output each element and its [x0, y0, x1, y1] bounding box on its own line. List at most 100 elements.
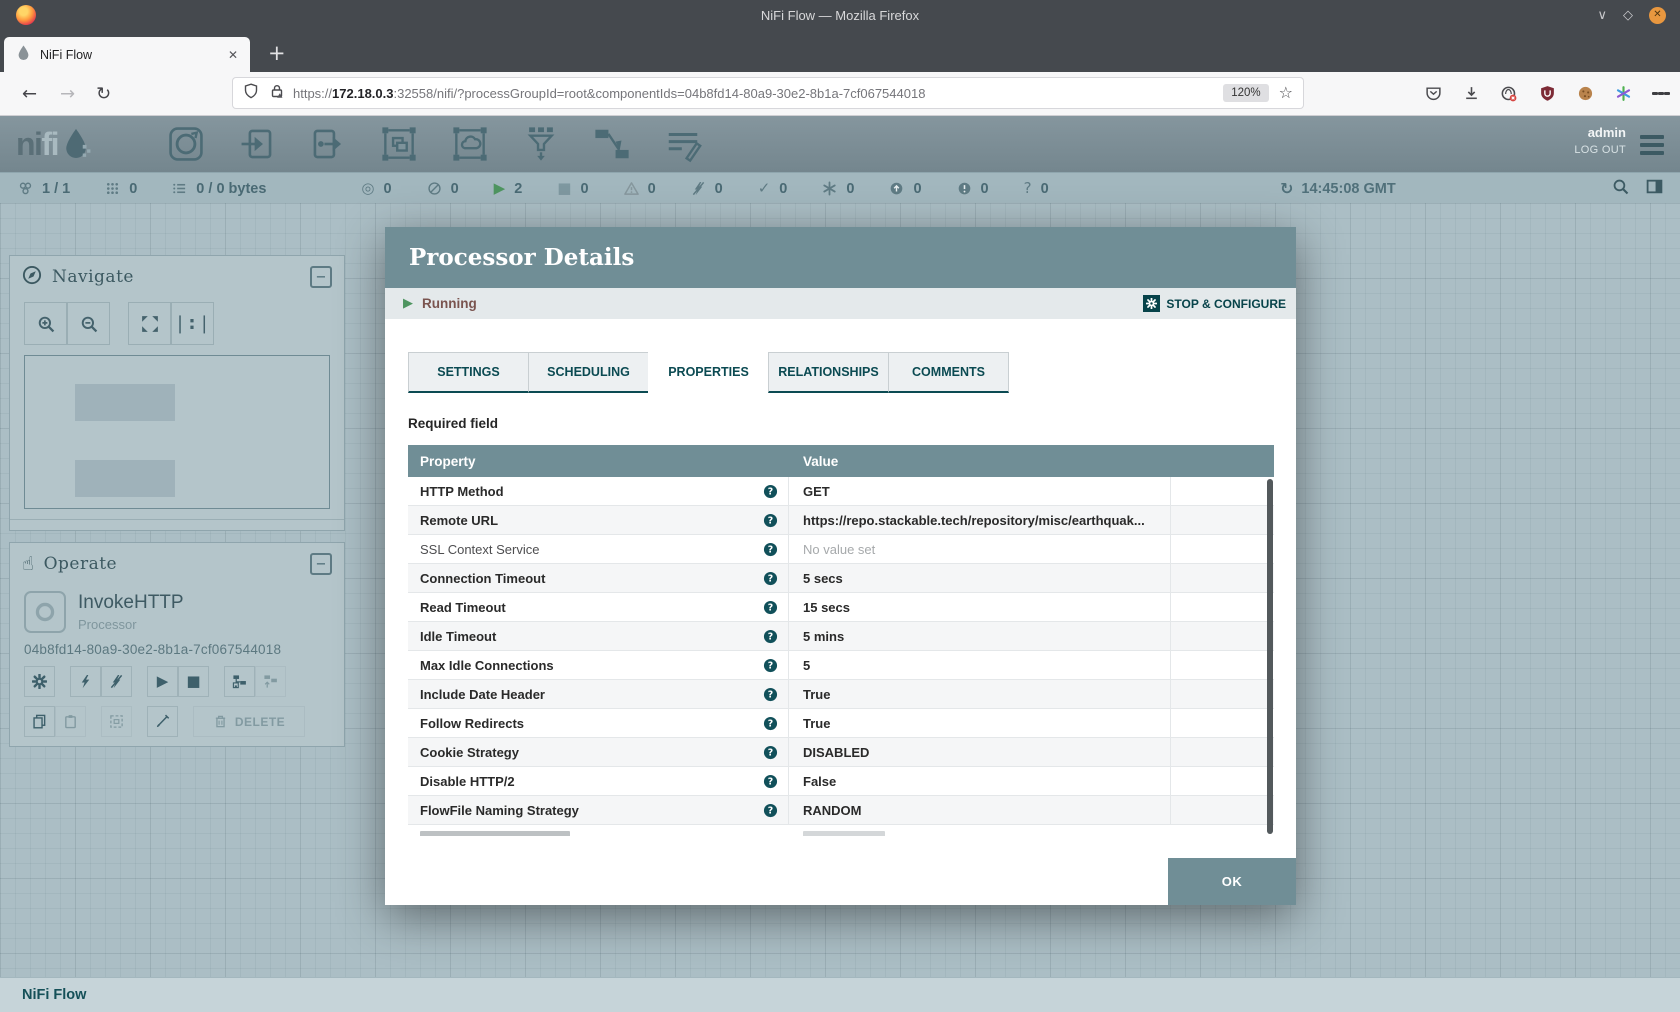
- tab-settings[interactable]: SETTINGS: [408, 352, 529, 393]
- stop-button[interactable]: ■: [178, 666, 209, 697]
- input-port-tool-icon[interactable]: [237, 124, 277, 164]
- tab-relationships[interactable]: RELATIONSHIPS: [768, 352, 889, 393]
- property-name: Max Idle Connections?: [408, 651, 789, 679]
- url-bar[interactable]: https://172.18.0.3:32558/nifi/?processGr…: [233, 78, 1303, 108]
- template-tool-icon[interactable]: [592, 124, 632, 164]
- refresh-icon[interactable]: ↻: [1280, 181, 1293, 197]
- group-button[interactable]: [101, 706, 132, 737]
- fill-color-button[interactable]: [147, 706, 178, 737]
- property-row-spacer: [1171, 622, 1274, 650]
- window-maximize-icon[interactable]: ◇: [1623, 9, 1633, 22]
- zoom-actual-size-button[interactable]: ❘:❘: [171, 302, 214, 345]
- output-port-tool-icon[interactable]: [308, 124, 348, 164]
- processor-tool-icon[interactable]: [166, 124, 206, 164]
- property-help-icon[interactable]: ?: [763, 658, 778, 676]
- svg-text:?: ?: [768, 661, 773, 672]
- breadcrumb[interactable]: NiFi Flow: [22, 987, 86, 1003]
- property-row: Cookie Strategy?DISABLED: [408, 738, 1274, 767]
- window-minimize-icon[interactable]: ∨: [1597, 9, 1607, 22]
- delete-button[interactable]: DELETE: [193, 706, 305, 737]
- forward-button[interactable]: →: [60, 83, 75, 104]
- svg-text:?: ?: [768, 574, 773, 585]
- save-flow-version-button[interactable]: [224, 666, 255, 697]
- property-name: Read Timeout?: [408, 593, 789, 621]
- zoom-fit-button[interactable]: [128, 302, 171, 345]
- start-button[interactable]: ▶: [147, 666, 178, 697]
- pocket-icon[interactable]: [1424, 85, 1442, 103]
- property-row: Max Idle Connections?5: [408, 651, 1274, 680]
- selected-component-type: Processor: [78, 617, 184, 632]
- property-help-icon[interactable]: ?: [763, 542, 778, 560]
- property-name: SSL Context Service?: [408, 535, 789, 563]
- bookmark-star-icon[interactable]: ☆: [1279, 85, 1293, 101]
- property-row-spacer: [1171, 593, 1274, 621]
- property-help-icon[interactable]: ?: [763, 629, 778, 647]
- property-name: Remote URL?: [408, 506, 789, 534]
- container-extension-icon[interactable]: [1500, 85, 1518, 103]
- revert-flow-version-button[interactable]: [255, 666, 286, 697]
- property-row: Remote URL?https://repo.stackable.tech/r…: [408, 506, 1274, 535]
- window-close-icon[interactable]: ✕: [1649, 7, 1666, 24]
- tab-title: NiFi Flow: [40, 48, 219, 62]
- lock-icon[interactable]: [269, 83, 285, 104]
- property-help-icon[interactable]: ?: [763, 513, 778, 531]
- svg-text:?: ?: [768, 603, 773, 614]
- configure-button[interactable]: [24, 666, 55, 697]
- property-value: 5 secs: [789, 564, 1171, 592]
- tab-close-icon[interactable]: ✕: [228, 49, 238, 61]
- property-help-icon[interactable]: ?: [763, 745, 778, 763]
- cookie-extension-icon[interactable]: [1576, 85, 1594, 103]
- enable-button[interactable]: [70, 666, 101, 697]
- birdseye-minimap[interactable]: [24, 355, 330, 509]
- property-help-icon[interactable]: ?: [763, 803, 778, 821]
- tab-properties[interactable]: PROPERTIES: [648, 352, 769, 393]
- status-running-components: ▶2: [494, 181, 523, 197]
- gear-icon: [1143, 295, 1160, 312]
- property-name: Cookie Strategy?: [408, 738, 789, 766]
- remote-process-group-tool-icon[interactable]: [450, 124, 490, 164]
- property-row: HTTP Method?GET: [408, 477, 1274, 506]
- label-tool-icon[interactable]: [663, 124, 703, 164]
- ublock-extension-icon[interactable]: [1538, 85, 1556, 103]
- disable-button[interactable]: [101, 666, 132, 697]
- property-help-icon[interactable]: ?: [763, 600, 778, 618]
- property-help-icon[interactable]: ?: [763, 484, 778, 502]
- stylus-extension-icon[interactable]: [1614, 85, 1632, 103]
- property-help-icon[interactable]: ?: [763, 774, 778, 792]
- copy-button[interactable]: [24, 706, 55, 737]
- stop-and-configure-button[interactable]: STOP & CONFIGURE: [1143, 295, 1286, 312]
- paste-button[interactable]: [55, 706, 86, 737]
- ok-button[interactable]: OK: [1168, 858, 1296, 905]
- svg-text:?: ?: [768, 545, 773, 556]
- zoom-in-button[interactable]: [24, 302, 67, 345]
- zoom-out-button[interactable]: [67, 302, 110, 345]
- svg-text:?: ?: [768, 690, 773, 701]
- property-row-spacer: [1171, 709, 1274, 737]
- property-help-icon[interactable]: ?: [763, 716, 778, 734]
- navigate-collapse-button[interactable]: −: [310, 266, 332, 288]
- panel-toggle-icon[interactable]: [1646, 178, 1663, 199]
- downloads-icon[interactable]: [1462, 85, 1480, 103]
- back-button[interactable]: ←: [22, 83, 37, 104]
- tab-comments[interactable]: COMMENTS: [888, 352, 1009, 393]
- nifi-favicon-icon: [16, 45, 31, 65]
- search-icon[interactable]: [1612, 178, 1629, 199]
- menu-icon[interactable]: [1652, 85, 1670, 103]
- global-menu-icon[interactable]: [1640, 131, 1664, 159]
- tracking-shield-icon[interactable]: [243, 83, 259, 104]
- property-help-icon[interactable]: ?: [763, 571, 778, 589]
- operate-collapse-button[interactable]: −: [310, 553, 332, 575]
- reload-button[interactable]: ↻: [96, 83, 111, 104]
- funnel-tool-icon[interactable]: [521, 124, 561, 164]
- property-row-spacer: [1171, 796, 1274, 824]
- logout-link[interactable]: LOG OUT: [1574, 144, 1626, 156]
- zoom-badge[interactable]: 120%: [1223, 84, 1268, 102]
- operate-palette: ☝ Operate − InvokeHTTP Processor 04b8fd1…: [9, 542, 345, 747]
- new-tab-button[interactable]: +: [268, 43, 286, 64]
- property-help-icon[interactable]: ?: [763, 687, 778, 705]
- tab-scheduling[interactable]: SCHEDULING: [528, 352, 649, 393]
- required-field-label: Required field: [408, 416, 498, 431]
- process-group-tool-icon[interactable]: [379, 124, 419, 164]
- table-scrollbar[interactable]: [1267, 479, 1273, 834]
- browser-tab[interactable]: NiFi Flow ✕: [4, 37, 250, 72]
